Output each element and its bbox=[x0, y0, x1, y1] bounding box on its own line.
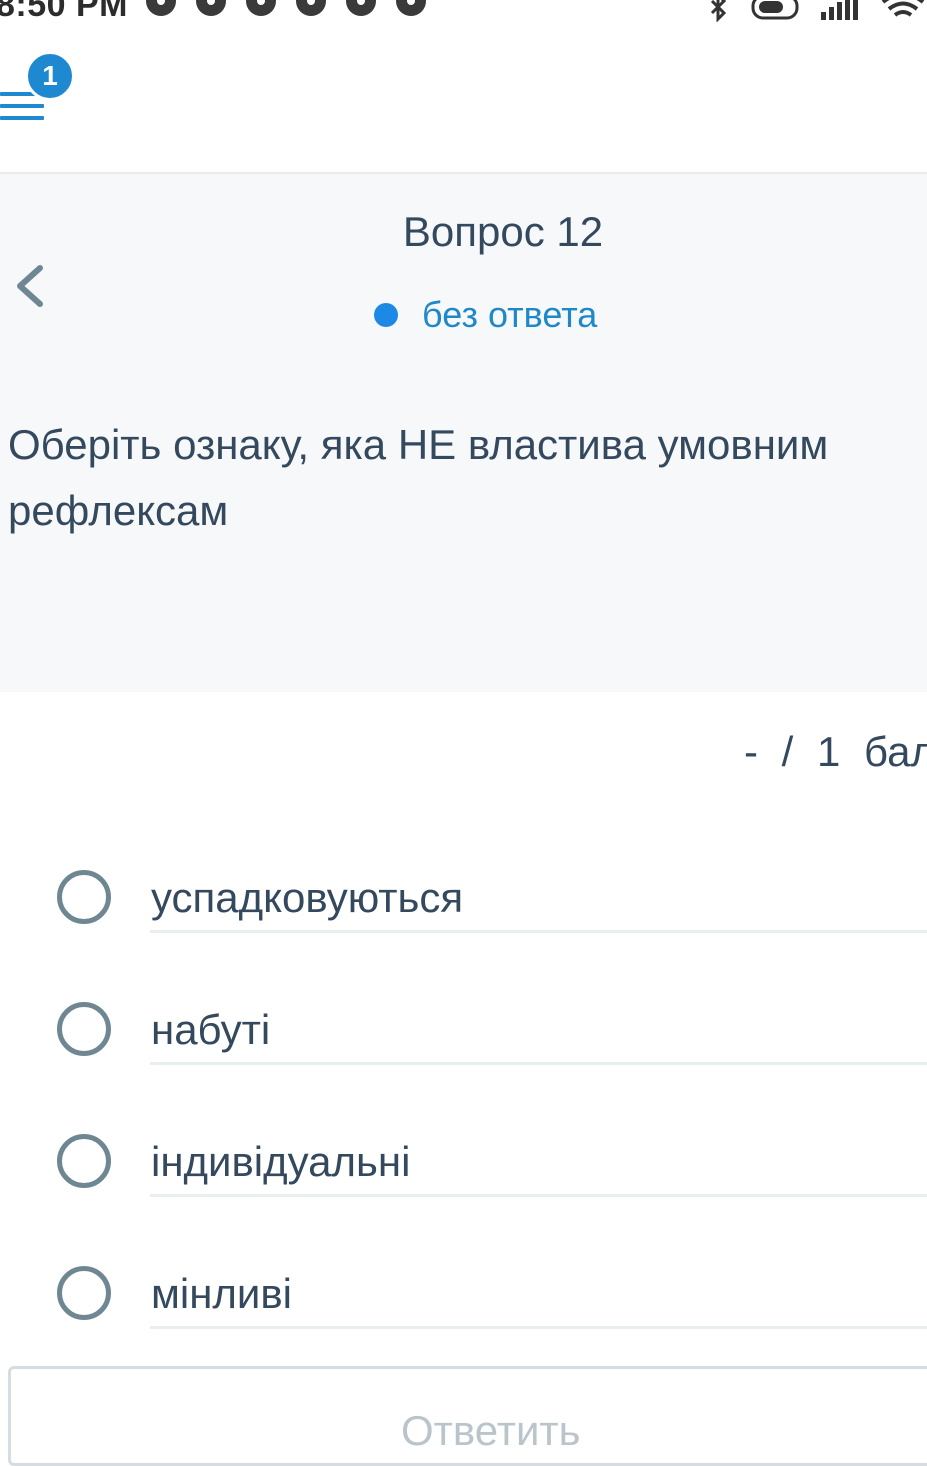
back-chevron-icon[interactable] bbox=[12, 262, 46, 310]
radio-button[interactable] bbox=[57, 1002, 111, 1056]
question-text: Оберіть ознаку, яка НЕ властива умовним … bbox=[8, 421, 829, 534]
radio-button[interactable] bbox=[57, 870, 111, 924]
points-indicator: - / 1 бал bbox=[744, 728, 927, 775]
option-label: індивідуальні bbox=[151, 1138, 411, 1185]
answer-option[interactable]: набуті bbox=[0, 964, 927, 1096]
signal-icon bbox=[821, 0, 858, 20]
answer-option[interactable]: мінливі bbox=[0, 1228, 927, 1360]
option-label: успадковуються bbox=[151, 874, 464, 921]
chrome-notification-icon bbox=[396, 0, 426, 16]
option-label: набуті bbox=[151, 1006, 271, 1053]
option-divider bbox=[150, 1194, 927, 1197]
radio-button[interactable] bbox=[57, 1134, 111, 1188]
answer-option[interactable]: індивідуальні bbox=[0, 1096, 927, 1228]
status-bar: 8:50 PM bbox=[0, 0, 927, 28]
bluetooth-icon bbox=[710, 0, 727, 22]
menu-bar-icon bbox=[0, 116, 44, 120]
menu-bar-icon bbox=[0, 104, 44, 108]
question-status: без ответа bbox=[374, 294, 597, 336]
question-card: Вопрос 12 без ответа Оберіть ознаку, яка… bbox=[0, 174, 927, 692]
question-title: Вопрос 12 bbox=[402, 208, 604, 255]
wifi-icon bbox=[881, 0, 925, 17]
notification-badge: 1 bbox=[25, 51, 75, 101]
status-text: без ответа bbox=[422, 294, 598, 335]
chrome-notification-icon bbox=[346, 0, 376, 16]
status-time: 8:50 PM bbox=[0, 0, 128, 24]
system-icons bbox=[703, 0, 927, 22]
submit-answer-button[interactable]: Ответить bbox=[8, 1366, 927, 1466]
radio-button[interactable] bbox=[57, 1266, 111, 1320]
option-divider bbox=[150, 1326, 927, 1329]
battery-saver-icon bbox=[751, 0, 799, 20]
option-label: мінливі bbox=[151, 1270, 293, 1317]
submit-label: Ответить bbox=[401, 1407, 581, 1454]
chrome-notification-icon bbox=[196, 0, 226, 16]
option-divider bbox=[150, 1062, 927, 1065]
chrome-notification-icon bbox=[246, 0, 276, 16]
status-dot-icon bbox=[374, 303, 398, 327]
chrome-notification-icon bbox=[296, 0, 326, 16]
option-divider bbox=[150, 930, 927, 933]
answer-option[interactable]: успадковуються bbox=[0, 832, 927, 964]
chrome-notification-icon bbox=[146, 0, 176, 16]
app-header: 1 bbox=[0, 28, 927, 174]
notification-icons bbox=[146, 0, 426, 16]
